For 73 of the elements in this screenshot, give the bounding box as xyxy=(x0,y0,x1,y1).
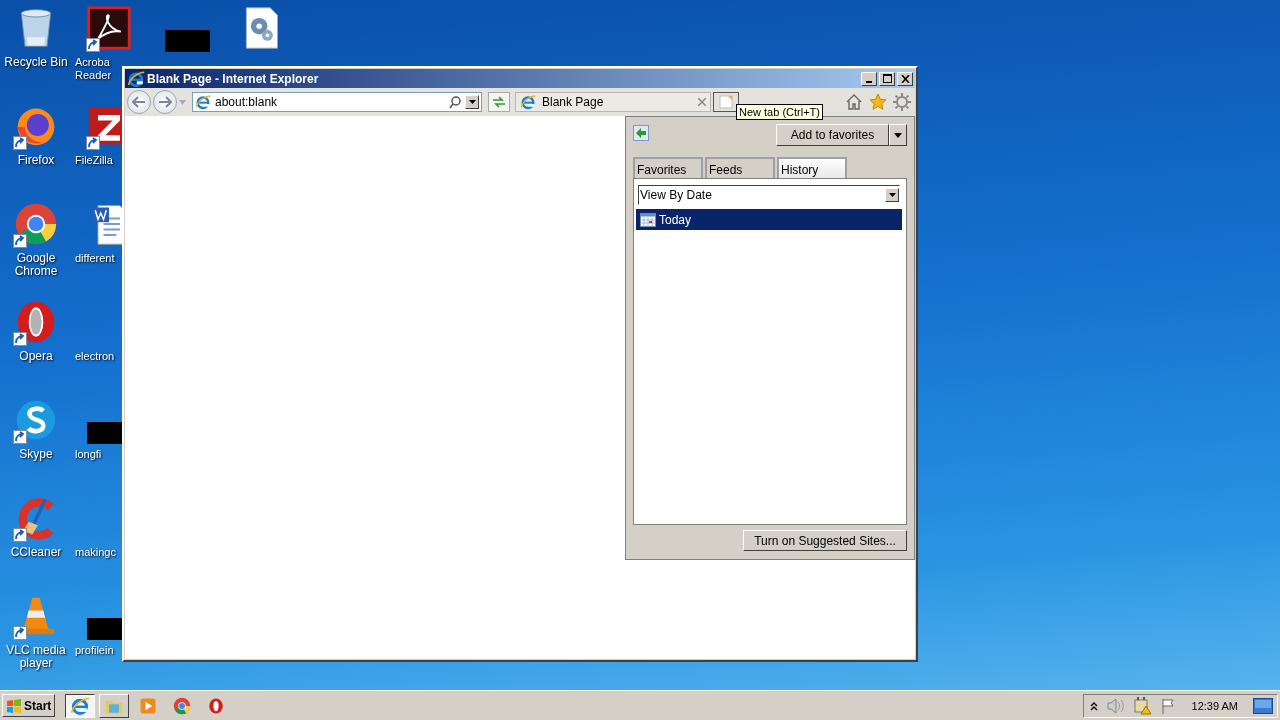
panel-tab[interactable]: Feeds xyxy=(705,157,775,178)
icon-label: Recycle Bin xyxy=(4,56,68,69)
panel-tab[interactable]: History xyxy=(777,157,847,178)
home-icon xyxy=(845,93,863,111)
icon-label: makingc xyxy=(75,546,117,559)
forward-button[interactable] xyxy=(153,90,177,114)
pin-button[interactable] xyxy=(633,125,649,141)
back-arrow-icon xyxy=(132,96,146,108)
close-icon xyxy=(698,98,706,106)
chat-app-icon xyxy=(14,398,58,442)
suggested-sites-button[interactable]: Turn on Suggested Sites... xyxy=(743,530,907,551)
icon-label: Firefox xyxy=(17,154,55,167)
e-logo-icon xyxy=(520,94,536,110)
maximize-icon xyxy=(882,74,892,83)
speaker-icon xyxy=(1106,697,1125,714)
circle-app-icon xyxy=(14,202,58,246)
tab-title: Blank Page xyxy=(542,95,605,109)
clock: 12:39 AM xyxy=(1191,699,1238,712)
icon-label: different xyxy=(75,252,116,265)
caret-icon xyxy=(468,100,476,104)
settings-icon xyxy=(893,93,911,111)
icon-label: profilein xyxy=(75,644,115,657)
flag-icon xyxy=(1160,697,1177,714)
icon-label: electron xyxy=(75,350,116,363)
window-title: Blank Page - Internet Explorer xyxy=(147,71,320,86)
forward-arrow-icon xyxy=(158,96,172,108)
icon-label: Google Chrome xyxy=(13,252,59,278)
e-logo-icon xyxy=(195,94,211,110)
caret-icon xyxy=(894,132,902,138)
icon-label: VLC media player xyxy=(5,644,67,670)
chevron-up-icon xyxy=(1089,700,1098,711)
icon-label: Opera xyxy=(19,350,53,363)
taskbar-button[interactable] xyxy=(65,693,96,718)
icon-label: Skype xyxy=(19,448,53,461)
tooltip: New tab (Ctrl+T) xyxy=(736,104,823,120)
dropdown-button[interactable] xyxy=(465,95,479,109)
close-button[interactable] xyxy=(897,71,913,86)
dropdown-button[interactable] xyxy=(889,124,907,146)
arrows-icon xyxy=(492,96,506,108)
dropdown-button[interactable] xyxy=(885,188,899,202)
minimize-icon xyxy=(866,80,872,83)
caret-icon xyxy=(179,99,186,105)
redaction-bar xyxy=(165,30,210,52)
maximize-button[interactable] xyxy=(879,71,895,86)
search-icon xyxy=(449,95,461,109)
windows-flag-icon xyxy=(6,698,22,713)
view-dropdown[interactable]: View By Date xyxy=(638,185,900,205)
new-tab-button[interactable] xyxy=(713,92,739,112)
star-icon xyxy=(869,93,887,111)
arrow-icon xyxy=(634,126,648,140)
browser-tab[interactable]: Blank Page xyxy=(515,92,711,112)
caret-icon xyxy=(888,193,896,197)
circle-app-icon xyxy=(173,696,192,715)
pdf-app-icon xyxy=(87,6,131,50)
icon-label: longfi xyxy=(75,448,103,461)
history-item[interactable]: Today xyxy=(636,209,902,230)
back-button[interactable] xyxy=(127,90,151,114)
icon-label: CCleaner xyxy=(10,546,62,559)
minimize-button[interactable] xyxy=(861,71,877,86)
icon-label: Acroba Reader xyxy=(75,56,113,82)
calendar-icon xyxy=(640,212,656,227)
network-icon xyxy=(1133,696,1152,715)
close-icon xyxy=(900,74,910,83)
panel-tab[interactable]: Favorites xyxy=(633,157,703,178)
add-to-favorites-button[interactable]: Add to favorites xyxy=(776,124,889,146)
address-field[interactable]: about:blank xyxy=(192,92,482,112)
start-button[interactable]: Start xyxy=(2,694,56,717)
ring-app-icon xyxy=(207,696,226,715)
icon-label: FileZilla xyxy=(75,154,114,167)
e-logo-icon xyxy=(70,695,91,716)
new-page-icon xyxy=(719,95,733,109)
show-desktop-icon xyxy=(1253,697,1273,714)
e-logo-icon xyxy=(127,69,145,88)
